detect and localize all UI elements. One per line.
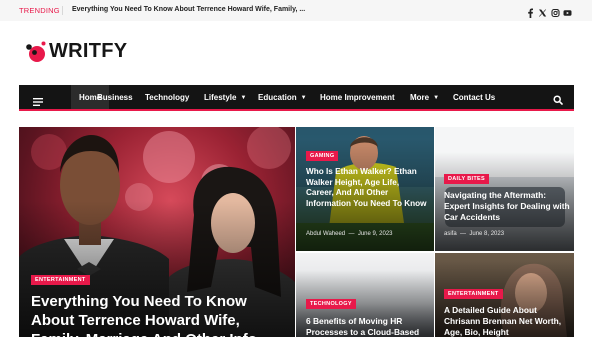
article-meta: asifa — June 8, 2023 — [444, 231, 505, 237]
chevron-down-icon: ▼ — [300, 95, 307, 101]
trending-label: TRENDING — [19, 6, 60, 15]
post-date: June 9, 2023 — [357, 231, 393, 237]
category-badge[interactable]: ENTERTAINMENT — [444, 289, 503, 299]
article-meta: Abdul Waheed — June 9, 2023 — [306, 231, 393, 237]
nav-item-home-improvement[interactable]: Home Improvement — [320, 85, 395, 109]
site-logo[interactable]: WRITFY — [25, 39, 135, 67]
category-badge[interactable]: TECHNOLOGY — [306, 299, 356, 309]
post-date: June 8, 2023 — [469, 231, 505, 237]
category-badge[interactable]: GAMING — [306, 151, 339, 161]
nav-item-label: Business — [97, 93, 133, 102]
nav-item-contact-us[interactable]: Contact Us — [453, 85, 495, 109]
nav-item-business[interactable]: Business — [97, 85, 133, 109]
nav-item-label: Contact Us — [453, 93, 496, 102]
twitter-icon[interactable] — [538, 5, 547, 17]
hamburger-menu-icon[interactable] — [33, 93, 43, 111]
logo-mark-icon — [26, 41, 46, 62]
article-title[interactable]: Navigating the Aftermath: Expert Insight… — [444, 190, 570, 222]
featured-article-card[interactable]: ENTERTAINMENT Everything You Need To Kno… — [19, 127, 295, 337]
instagram-icon[interactable] — [551, 5, 560, 18]
article-card[interactable]: ENTERTAINMENT A Detailed Guide About Chr… — [435, 253, 574, 337]
author-name[interactable]: asifa — [444, 231, 457, 237]
article-card[interactable]: DAILY BITES Navigating the Aftermath: Ex… — [435, 127, 574, 251]
top-bar: TRENDING Everything You Need To Know Abo… — [0, 0, 592, 21]
chevron-down-icon: ▼ — [240, 95, 247, 101]
category-badge[interactable]: DAILY BITES — [444, 174, 489, 184]
author-name[interactable]: Abdul Waheed — [306, 231, 345, 237]
article-title[interactable]: Who Is Ethan Walker? Ethan Walker Height… — [306, 167, 428, 209]
main-nav: Home Business Technology Lifestyle ▼ Educ… — [19, 85, 574, 111]
category-badge[interactable]: ENTERTAINMENT — [31, 275, 90, 285]
logo-text: WRITFY — [49, 40, 128, 62]
nav-item-label: Lifestyle — [204, 93, 237, 102]
article-title[interactable]: A Detailed Guide About Chrisann Brennan … — [444, 305, 572, 337]
chevron-down-icon: ▼ — [433, 95, 440, 101]
nav-item-education[interactable]: Education ▼ — [258, 85, 307, 109]
search-icon[interactable] — [553, 92, 563, 110]
nav-item-label: Technology — [145, 93, 190, 102]
nav-item-technology[interactable]: Technology — [145, 85, 189, 109]
article-card[interactable]: TECHNOLOGY 6 Benefits of Moving HR Proce… — [296, 253, 434, 337]
article-card[interactable]: GAMING Who Is Ethan Walker? Ethan Walker… — [296, 127, 434, 251]
nav-item-lifestyle[interactable]: Lifestyle ▼ — [204, 85, 246, 109]
article-title[interactable]: 6 Benefits of Moving HR Processes to a C… — [306, 316, 430, 337]
youtube-icon[interactable] — [563, 5, 572, 16]
trending-headline-link[interactable]: Everything You Need To Know About Terren… — [72, 6, 305, 13]
nav-item-more[interactable]: More ▼ — [410, 85, 439, 109]
article-title[interactable]: Everything You Need To Know About Terren… — [31, 292, 286, 337]
divider — [62, 6, 63, 15]
nav-item-label: More — [410, 93, 430, 102]
facebook-icon[interactable] — [526, 5, 535, 18]
nav-item-label: Education — [258, 93, 297, 102]
nav-item-label: Home Improvement — [320, 93, 395, 102]
